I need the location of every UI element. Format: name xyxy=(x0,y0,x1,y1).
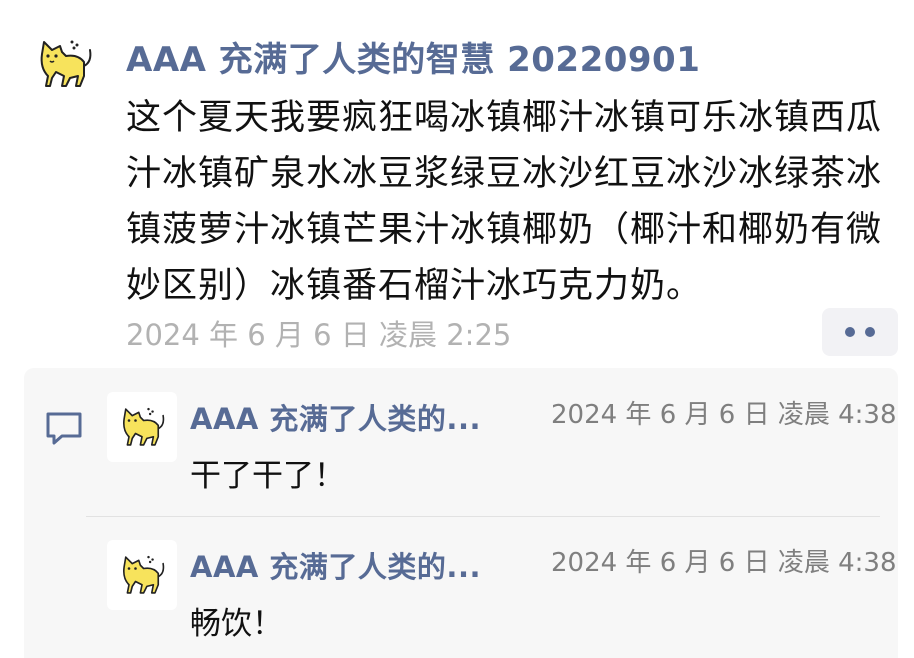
comment-divider xyxy=(86,516,880,517)
comment-avatar[interactable] xyxy=(107,540,177,610)
comment-text[interactable]: 干了干了！ xyxy=(190,450,345,495)
two-dots-icon-second xyxy=(865,327,875,337)
comment-avatar[interactable] xyxy=(107,392,177,462)
more-actions-button[interactable] xyxy=(822,308,898,356)
post-avatar[interactable] xyxy=(22,28,106,100)
two-dots-icon xyxy=(845,327,855,337)
comment-text[interactable]: 畅饮！ xyxy=(190,598,283,643)
post-content: 这个夏天我要疯狂喝冰镇椰汁冰镇可乐冰镇西瓜汁冰镇矿泉水冰豆浆绿豆冰沙红豆冰沙冰绿… xyxy=(126,98,883,306)
cat-icon xyxy=(123,407,165,446)
comment-time: 2024 年 6 月 6 日 凌晨 4:38 xyxy=(551,400,897,430)
comment-icon xyxy=(46,412,82,445)
post-time: 2024 年 6 月 6 日 凌晨 2:25 xyxy=(126,318,512,352)
post-author-name[interactable]: AAA 充满了人类的智慧 20220901 xyxy=(126,32,700,81)
cat-icon xyxy=(40,40,92,87)
cat-icon xyxy=(123,555,165,594)
comment-author-name[interactable]: AAA 充满了人类的... xyxy=(190,544,481,586)
comment-time: 2024 年 6 月 6 日 凌晨 4:38 xyxy=(551,548,897,578)
comment-author-name[interactable]: AAA 充满了人类的... xyxy=(190,396,481,438)
